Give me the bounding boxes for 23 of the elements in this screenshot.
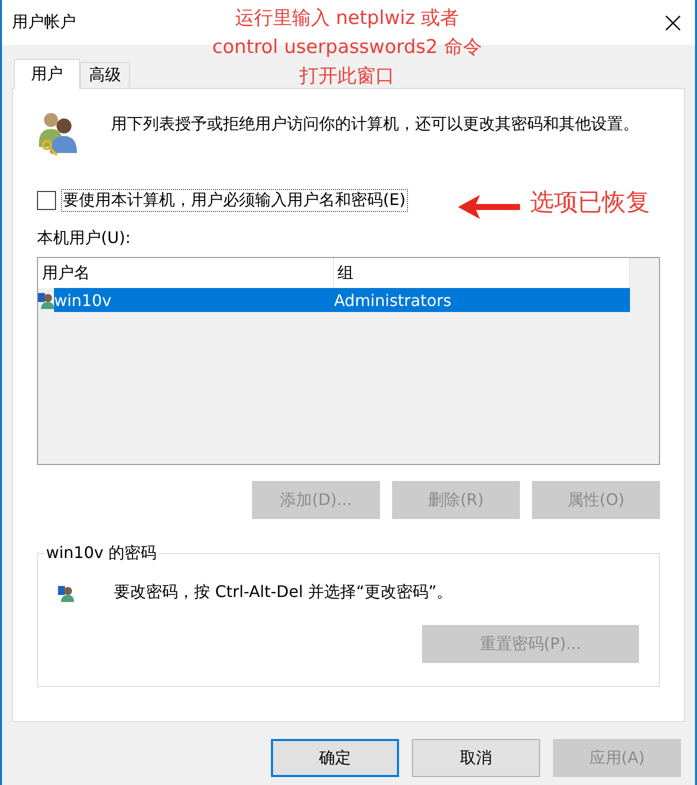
users-icon	[37, 111, 79, 157]
user-icon	[38, 291, 54, 309]
checkbox[interactable]	[37, 191, 56, 210]
password-note: 要改密码，按 Ctrl-Alt-Del 并选择“更改密码”。	[114, 582, 453, 603]
close-icon[interactable]	[665, 14, 681, 30]
tab[interactable]: 用户	[14, 59, 80, 89]
annotation-text: 打开此窗口	[300, 64, 394, 89]
checkbox-label[interactable]: 要使用本计算机，用户必须输入用户名和密码(E)	[61, 189, 408, 212]
users-label: 本机用户(U):	[37, 228, 132, 249]
user-row[interactable]: win10v Administrators	[54, 288, 630, 312]
dialog-button[interactable]: 取消	[412, 739, 540, 777]
annotation-text: 运行里输入 netplwiz 或者	[234, 6, 460, 31]
group-title: win10v 的密码	[45, 543, 158, 564]
annotation-text: control userpasswords2 命令	[212, 35, 482, 60]
table-cell-text: win10v	[54, 290, 112, 310]
arrow-icon	[458, 194, 520, 220]
dialog-button[interactable]: 确定	[271, 739, 399, 777]
table-cell-text: Administrators	[334, 290, 452, 310]
tab[interactable]: 高级	[80, 62, 130, 88]
user-icon	[58, 584, 74, 602]
window-title: 用户帐户	[12, 12, 76, 33]
annotation-text: 选项已恢复	[530, 187, 650, 218]
intro-text: 用下列表授予或拒绝用户访问你的计算机，还可以更改其密码和其他设置。	[111, 113, 640, 135]
